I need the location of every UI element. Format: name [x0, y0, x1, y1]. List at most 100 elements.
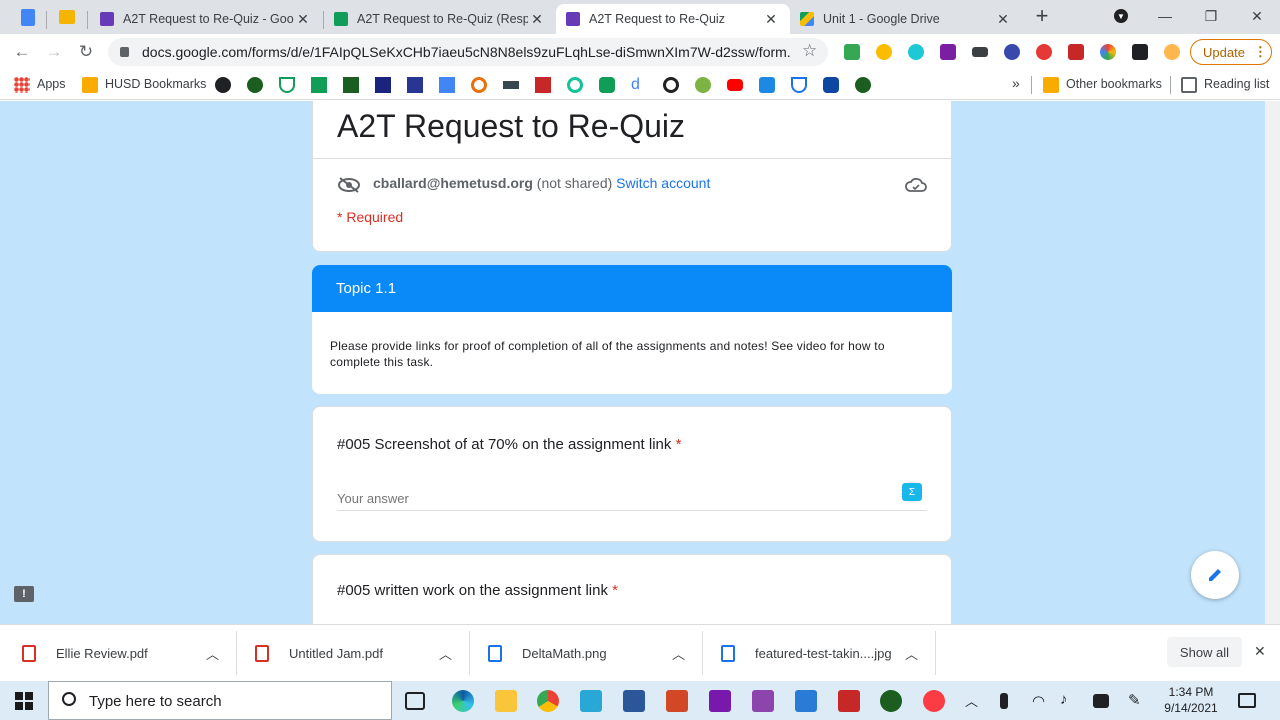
pen-icon[interactable] [1000, 693, 1008, 709]
show-all-downloads-button[interactable]: Show all [1167, 637, 1242, 667]
bookmark-icon[interactable] [567, 77, 583, 93]
close-downloads-icon[interactable]: ✕ [1254, 643, 1266, 660]
bookmark-icon[interactable] [215, 77, 231, 93]
question-label: #005 Screenshot of at 70% on the assignm… [337, 436, 681, 453]
bookmark-icon[interactable] [375, 77, 391, 93]
bookmark-icon[interactable] [695, 77, 711, 93]
shield-icon[interactable] [279, 77, 295, 93]
extension-icon-2[interactable] [876, 44, 892, 60]
app-icon[interactable] [752, 690, 774, 712]
close-tab-icon[interactable]: ✕ [528, 11, 546, 28]
close-tab-icon[interactable]: ✕ [994, 11, 1012, 28]
chevron-up-icon[interactable]: ︿ [905, 644, 918, 663]
task-view-icon[interactable] [405, 692, 425, 710]
husd-bookmarks-folder[interactable]: HUSD Bookmarks [105, 77, 206, 91]
pinned-tab-docs[interactable] [13, 5, 43, 29]
acrobat-icon[interactable] [838, 690, 860, 712]
bookmark-icon[interactable] [311, 77, 327, 93]
extension-icon-1[interactable] [844, 44, 860, 60]
tab-forms-edit[interactable]: A2T Request to Re-Quiz - Googl ✕ [90, 4, 322, 34]
extension-icon-8[interactable] [1068, 44, 1084, 60]
screenshot-link-input[interactable] [337, 485, 897, 511]
minimize-button[interactable]: — [1142, 0, 1188, 32]
apps-bookmark[interactable]: Apps [37, 77, 66, 91]
bookmark-icon[interactable] [471, 77, 487, 93]
bookmark-icon[interactable] [343, 77, 359, 93]
extension-icon-3[interactable] [908, 44, 924, 60]
profile-avatar[interactable] [1164, 44, 1180, 60]
equation-icon[interactable]: Σ [902, 483, 922, 501]
close-tab-icon[interactable]: ✕ [294, 11, 312, 28]
reload-button[interactable]: ↻ [74, 40, 98, 64]
bookmark-icon[interactable] [407, 77, 423, 93]
bookmark-icon[interactable] [247, 77, 263, 93]
app-icon[interactable] [880, 690, 902, 712]
reading-list-button[interactable]: Reading list [1204, 77, 1269, 91]
back-button[interactable]: ← [10, 40, 34, 64]
switch-account-link[interactable]: Switch account [616, 175, 710, 191]
update-button[interactable]: Update ⋮ [1190, 39, 1272, 65]
pinned-tab-slides[interactable] [52, 5, 82, 29]
download-item[interactable]: DeltaMath.png [488, 625, 607, 681]
extension-icon-5[interactable] [972, 47, 988, 57]
photos-icon[interactable] [795, 690, 817, 712]
google-docs-icon[interactable] [439, 77, 455, 93]
edge-icon[interactable] [452, 690, 474, 712]
windows-start-icon[interactable] [15, 692, 33, 710]
address-bar[interactable]: docs.google.com/forms/d/e/1FAIpQLSeKxCHb… [108, 38, 828, 66]
chevron-up-icon[interactable]: ︿ [965, 691, 978, 710]
download-item[interactable]: Untitled Jam.pdf [255, 625, 383, 681]
download-item[interactable]: Ellie Review.pdf [22, 625, 148, 681]
bookmarks-overflow-button[interactable]: » [1012, 75, 1020, 91]
tab-forms-responses[interactable]: A2T Request to Re-Quiz (Respor ✕ [324, 4, 556, 34]
page-scrollbar[interactable] [1265, 101, 1280, 624]
bookmark-icon[interactable] [599, 77, 615, 93]
extension-icon-4[interactable] [940, 44, 956, 60]
extension-icon-9[interactable] [1100, 44, 1116, 60]
close-window-button[interactable]: ✕ [1234, 0, 1280, 32]
dropbox-icon[interactable] [1093, 694, 1109, 708]
chrome-icon[interactable] [537, 690, 559, 712]
feedback-icon[interactable]: ! [14, 586, 34, 602]
onenote-icon[interactable] [709, 690, 731, 712]
graduation-cap-icon[interactable] [503, 81, 519, 89]
tab-forms-active[interactable]: A2T Request to Re-Quiz ✕ [556, 4, 790, 34]
tab-google-drive[interactable]: Unit 1 - Google Drive ✕ [790, 4, 1022, 34]
powerpoint-icon[interactable] [666, 690, 688, 712]
download-item[interactable]: featured-test-takin....jpg [721, 625, 892, 681]
extension-icon-7[interactable] [1036, 44, 1052, 60]
new-tab-button[interactable]: + [1022, 0, 1062, 32]
other-bookmarks-folder[interactable]: Other bookmarks [1066, 77, 1162, 91]
file-explorer-icon[interactable] [495, 690, 517, 712]
restore-button[interactable]: ❐ [1188, 0, 1234, 32]
clock[interactable]: 1:34 PM 9/14/2021 [1158, 684, 1224, 716]
notification-icon[interactable] [1238, 693, 1256, 708]
close-tab-icon[interactable]: ✕ [762, 11, 780, 28]
pen-workspace-icon[interactable]: ✎ [1128, 691, 1141, 709]
tab-search-button[interactable]: ▼ [1098, 0, 1144, 32]
wifi-icon[interactable]: ◠ [1032, 692, 1045, 710]
bookmark-icon[interactable] [855, 77, 871, 93]
bookmark-star-icon[interactable]: ☆ [802, 41, 817, 61]
youtube-icon[interactable] [727, 79, 743, 91]
word-icon[interactable] [623, 690, 645, 712]
chevron-up-icon[interactable]: ︿ [206, 644, 219, 663]
edit-response-button[interactable] [1191, 551, 1239, 599]
bookmark-icon[interactable] [759, 77, 775, 93]
itunes-icon[interactable] [923, 690, 945, 712]
shield-icon[interactable] [791, 77, 807, 93]
bookmark-icon[interactable] [663, 77, 679, 93]
forward-button[interactable]: → [42, 40, 66, 64]
app-icon[interactable] [580, 690, 602, 712]
bookmark-icon[interactable] [823, 77, 839, 93]
bookmark-icon[interactable] [535, 77, 551, 93]
extension-icon-6[interactable] [1004, 44, 1020, 60]
chevron-up-icon[interactable]: ︿ [439, 644, 452, 663]
chevron-up-icon[interactable]: ︿ [672, 644, 685, 663]
puzzle-icon[interactable] [1132, 44, 1148, 60]
account-email: cballard@hemetusd.org [373, 175, 533, 191]
volume-icon[interactable]: ♪ [1060, 691, 1068, 708]
taskbar-search-box[interactable]: Type here to search [48, 681, 392, 720]
bookmark-icon[interactable]: d [631, 77, 647, 93]
section-card: Topic 1.1 Please provide links for proof… [312, 265, 952, 394]
